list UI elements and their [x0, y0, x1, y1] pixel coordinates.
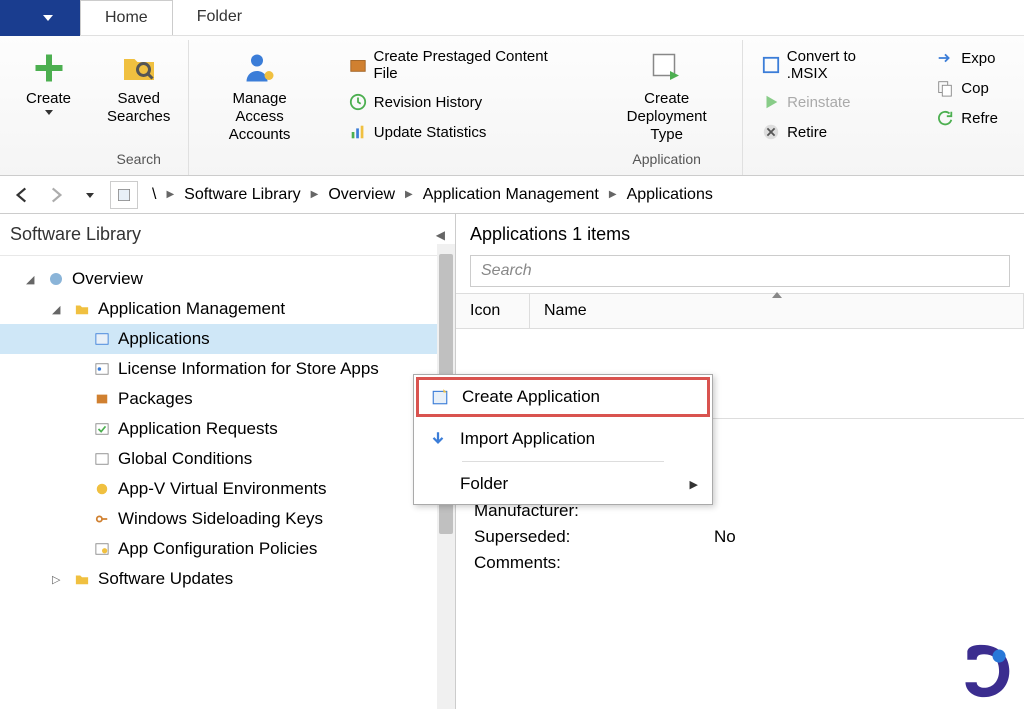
ribbon-group-search: Search	[117, 151, 161, 171]
sort-ascending-icon	[772, 292, 782, 298]
menu-separator	[462, 461, 664, 462]
refresh-button[interactable]: Refre	[935, 108, 998, 128]
prop-superseded-label: Superseded:	[474, 527, 714, 547]
logo	[958, 643, 1014, 699]
ribbon-group-application: Application	[632, 151, 701, 171]
title-bar: Home Folder	[0, 0, 1024, 36]
folder-icon	[72, 570, 92, 588]
export-icon	[935, 48, 955, 68]
content-header: Applications 1 items	[456, 214, 1024, 255]
key-icon	[92, 510, 112, 528]
breadcrumb-item[interactable]: Applications	[627, 186, 713, 204]
license-icon	[92, 360, 112, 378]
prop-comments-label: Comments:	[474, 553, 714, 573]
update-statistics-button[interactable]: Update Statistics	[348, 122, 574, 142]
nav-tree: ◢ Overview ◢ Application Management Appl…	[0, 256, 455, 709]
menu-create-application[interactable]: Create Application	[416, 377, 710, 417]
convert-msix-button[interactable]: Convert to .MSIX	[761, 48, 899, 82]
tree-item-app-config[interactable]: App Configuration Policies	[0, 534, 455, 564]
create-deployment-type-button[interactable]: Create Deployment Type	[601, 44, 732, 148]
plus-icon	[29, 48, 69, 88]
user-key-icon	[240, 48, 280, 88]
folder-search-icon	[119, 48, 159, 88]
chart-icon	[348, 122, 368, 142]
column-name[interactable]: Name	[530, 294, 1024, 328]
manage-access-button[interactable]: Manage Access Accounts	[199, 44, 319, 148]
column-icon[interactable]: Icon	[456, 294, 530, 328]
play-icon	[761, 92, 781, 112]
close-circle-icon	[761, 122, 781, 142]
tree-item-software-updates[interactable]: ▷ Software Updates	[0, 564, 455, 594]
saved-searches-button[interactable]: Saved Searches	[99, 44, 178, 130]
import-icon	[428, 429, 448, 449]
breadcrumb: \ ▶ Software Library ▶ Overview ▶ Applic…	[152, 186, 713, 204]
forward-button[interactable]	[42, 181, 70, 209]
request-icon	[92, 420, 112, 438]
collapse-icon[interactable]: ◀	[436, 228, 445, 242]
menu-folder[interactable]: Folder ▶	[414, 464, 712, 504]
menu-import-application[interactable]: Import Application	[414, 419, 712, 459]
submenu-arrow-icon: ▶	[690, 478, 698, 491]
quick-access-toolbar[interactable]	[0, 0, 80, 36]
tree-item-packages[interactable]: Packages	[0, 384, 455, 414]
breadcrumb-root[interactable]: \	[152, 186, 156, 204]
breadcrumb-item[interactable]: Overview	[328, 186, 395, 204]
breadcrumb-item[interactable]: Application Management	[423, 186, 599, 204]
tab-home[interactable]: Home	[80, 0, 173, 35]
appv-icon	[92, 480, 112, 498]
grid-header: Icon Name	[456, 293, 1024, 329]
tab-folder[interactable]: Folder	[173, 0, 266, 34]
tree-item-global-conditions[interactable]: Global Conditions	[0, 444, 455, 474]
breadcrumb-bar: \ ▶ Software Library ▶ Overview ▶ Applic…	[0, 176, 1024, 214]
msix-icon	[761, 55, 781, 75]
folder-icon	[72, 300, 92, 318]
config-icon	[92, 540, 112, 558]
condition-icon	[92, 450, 112, 468]
refresh-icon	[935, 108, 955, 128]
new-app-icon	[430, 387, 450, 407]
create-button[interactable]: Create	[18, 44, 79, 119]
search-input[interactable]: Search	[470, 255, 1010, 287]
export-button[interactable]: Expo	[935, 48, 998, 68]
reinstate-button[interactable]: Reinstate	[761, 92, 899, 112]
context-menu: Create Application Import Application Fo…	[413, 374, 713, 505]
history-dropdown[interactable]	[76, 181, 104, 209]
ribbon: Create Saved Searches Search Manage Acce…	[0, 36, 1024, 176]
copy-button[interactable]: Cop	[935, 78, 998, 98]
copy-icon	[935, 78, 955, 98]
nav-pane-title: Software Library ◀	[0, 214, 455, 256]
tree-item-app-management[interactable]: ◢ Application Management	[0, 294, 455, 324]
breadcrumb-item[interactable]: Software Library	[184, 186, 301, 204]
create-prestaged-button[interactable]: Create Prestaged Content File	[348, 48, 574, 82]
deployment-icon	[647, 48, 687, 88]
home-icon[interactable]	[110, 181, 138, 209]
tree-item-overview[interactable]: ◢ Overview	[0, 264, 455, 294]
package-icon	[348, 55, 368, 75]
tree-item-license-info[interactable]: License Information for Store Apps	[0, 354, 455, 384]
qat-dropdown-icon	[43, 15, 53, 21]
navigation-pane: Software Library ◀ ◢ Overview ◢ Applicat…	[0, 214, 456, 709]
tree-item-sideloading[interactable]: Windows Sideloading Keys	[0, 504, 455, 534]
retire-button[interactable]: Retire	[761, 122, 899, 142]
back-button[interactable]	[8, 181, 36, 209]
package-icon	[92, 390, 112, 408]
history-icon	[348, 92, 368, 112]
dropdown-arrow-icon	[45, 110, 53, 115]
tree-item-app-requests[interactable]: Application Requests	[0, 414, 455, 444]
tree-item-applications[interactable]: Applications	[0, 324, 455, 354]
prop-superseded-value: No	[714, 527, 736, 547]
app-icon	[92, 330, 112, 348]
globe-icon	[46, 270, 66, 288]
revision-history-button[interactable]: Revision History	[348, 92, 574, 112]
tree-item-appv[interactable]: App-V Virtual Environments	[0, 474, 455, 504]
